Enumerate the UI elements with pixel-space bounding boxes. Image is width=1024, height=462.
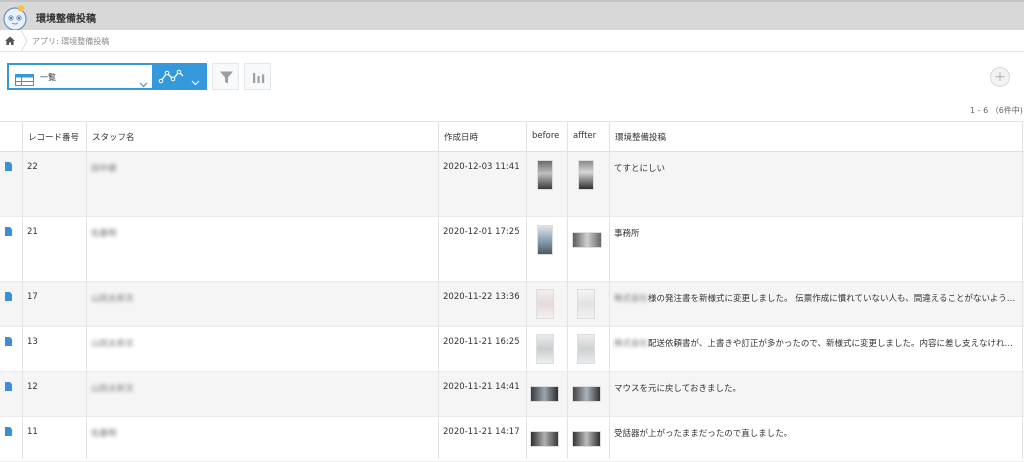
record-detail-icon[interactable] [5, 227, 12, 236]
column-header-created-at[interactable]: 作成日時 [438, 122, 526, 151]
breadcrumb-separator [20, 29, 28, 53]
post-text: 事務所 [614, 229, 640, 239]
created-at: 2020-11-21 14:41 [443, 382, 520, 392]
post-text: マウスを元に戻しておきました。 [614, 384, 741, 394]
chevron-down-icon [191, 71, 200, 90]
before-photo-thumbnail[interactable] [536, 334, 554, 364]
view-selector-label: 一覧 [40, 73, 56, 82]
staff-name: 山田太郎次 [91, 339, 134, 349]
before-photo-thumbnail[interactable] [537, 225, 553, 255]
before-photo-thumbnail[interactable] [537, 160, 553, 190]
post-text: 株式会社様の発注書を新様式に変更しました。 伝票作成に慣れていない人も、間違える… [614, 294, 1016, 304]
record-detail-icon[interactable] [5, 337, 12, 346]
after-photo-thumbnail[interactable] [577, 289, 595, 319]
record-detail-icon[interactable] [5, 382, 12, 391]
record-number: 13 [27, 337, 38, 347]
staff-name: 山田太郎次 [91, 384, 134, 394]
post-text: 株式会社配送依頼書が、上書きや訂正が多かったので、新様式に変更しました。内容に差… [614, 339, 1019, 349]
graph-icon [158, 68, 186, 89]
record-number: 17 [27, 292, 38, 302]
add-record-button[interactable]: + [990, 67, 1010, 87]
staff-name: 佐藤明 [91, 229, 117, 239]
breadcrumb: アプリ: 環境整備投稿 [0, 29, 1024, 53]
breadcrumb-app-link[interactable]: アプリ: 環境整備投稿 [32, 36, 109, 47]
column-divider [609, 121, 610, 459]
column-divider [526, 121, 527, 459]
table-row: 22 田中健 2020-12-03 11:41 てすとにしい [0, 152, 1024, 217]
column-header-record-number[interactable]: レコード番号 [22, 122, 86, 151]
created-at: 2020-12-03 11:41 [443, 162, 520, 172]
after-photo-thumbnail[interactable] [572, 431, 601, 447]
column-divider [22, 121, 23, 459]
table-row: 11 佐藤明 2020-11-21 14:17 受話器が上がったままだったので直… [0, 417, 1024, 462]
created-at: 2020-12-01 17:25 [443, 227, 520, 237]
home-icon[interactable] [0, 30, 20, 52]
created-at: 2020-11-21 16:25 [443, 337, 520, 347]
after-photo-thumbnail[interactable] [578, 160, 594, 190]
column-header-staff[interactable]: スタッフ名 [86, 122, 438, 151]
table-view-icon [15, 71, 34, 90]
app-title: 環境整備投稿 [36, 14, 96, 25]
column-divider [438, 121, 439, 459]
app-mascot-icon[interactable] [2, 4, 28, 31]
created-at: 2020-11-22 13:36 [443, 292, 520, 302]
staff-name: 田中健 [91, 164, 117, 174]
view-selector[interactable]: 一覧 [7, 63, 154, 90]
staff-name: 山田太郎次 [91, 294, 134, 304]
created-at: 2020-11-21 14:17 [443, 427, 520, 437]
table-row: 12 山田太郎次 2020-11-21 14:41 マウスを元に戻しておきました… [0, 372, 1024, 417]
app-header: 環境整備投稿 [0, 0, 1024, 31]
plus-icon: + [994, 69, 1006, 85]
table-header: レコード番号 スタッフ名 作成日時 before affter 環境整備投稿 [0, 121, 1024, 152]
record-number: 22 [27, 162, 38, 172]
column-divider [1022, 121, 1023, 459]
staff-name: 佐藤明 [91, 429, 117, 439]
funnel-icon [220, 71, 233, 84]
pagination-info: 1 - 6 （6件中) [970, 106, 1023, 115]
record-number: 21 [27, 227, 38, 237]
record-detail-icon[interactable] [5, 427, 12, 436]
bar-chart-icon [253, 73, 265, 83]
column-header-before[interactable]: before [526, 122, 567, 151]
column-header-after[interactable]: affter [567, 122, 609, 151]
record-number: 11 [27, 427, 38, 437]
table-row: 13 山田太郎次 2020-11-21 16:25 株式会社配送依頼書が、上書き… [0, 327, 1024, 372]
record-number: 12 [27, 382, 38, 392]
column-divider [567, 121, 568, 459]
table-row: 21 佐藤明 2020-12-01 17:25 事務所 [0, 217, 1024, 282]
column-header-post[interactable]: 環境整備投稿 [609, 122, 1024, 151]
before-photo-thumbnail[interactable] [530, 431, 559, 447]
before-photo-thumbnail[interactable] [536, 289, 554, 319]
after-photo-thumbnail[interactable] [572, 232, 602, 248]
post-text: てすとにしい [614, 164, 666, 174]
record-detail-icon[interactable] [5, 162, 12, 171]
table-row: 17 山田太郎次 2020-11-22 13:36 株式会社様の発注書を新様式に… [0, 282, 1024, 327]
record-detail-icon[interactable] [5, 292, 12, 301]
graph-selector[interactable] [154, 63, 207, 90]
after-photo-thumbnail[interactable] [572, 386, 601, 402]
filter-button[interactable] [212, 63, 239, 90]
chart-button[interactable] [244, 63, 271, 90]
post-text: 受話器が上がったままだったので直しました。 [614, 429, 793, 439]
column-divider [86, 121, 87, 459]
chevron-down-icon [139, 73, 148, 92]
after-photo-thumbnail[interactable] [577, 334, 595, 364]
before-photo-thumbnail[interactable] [530, 386, 559, 402]
